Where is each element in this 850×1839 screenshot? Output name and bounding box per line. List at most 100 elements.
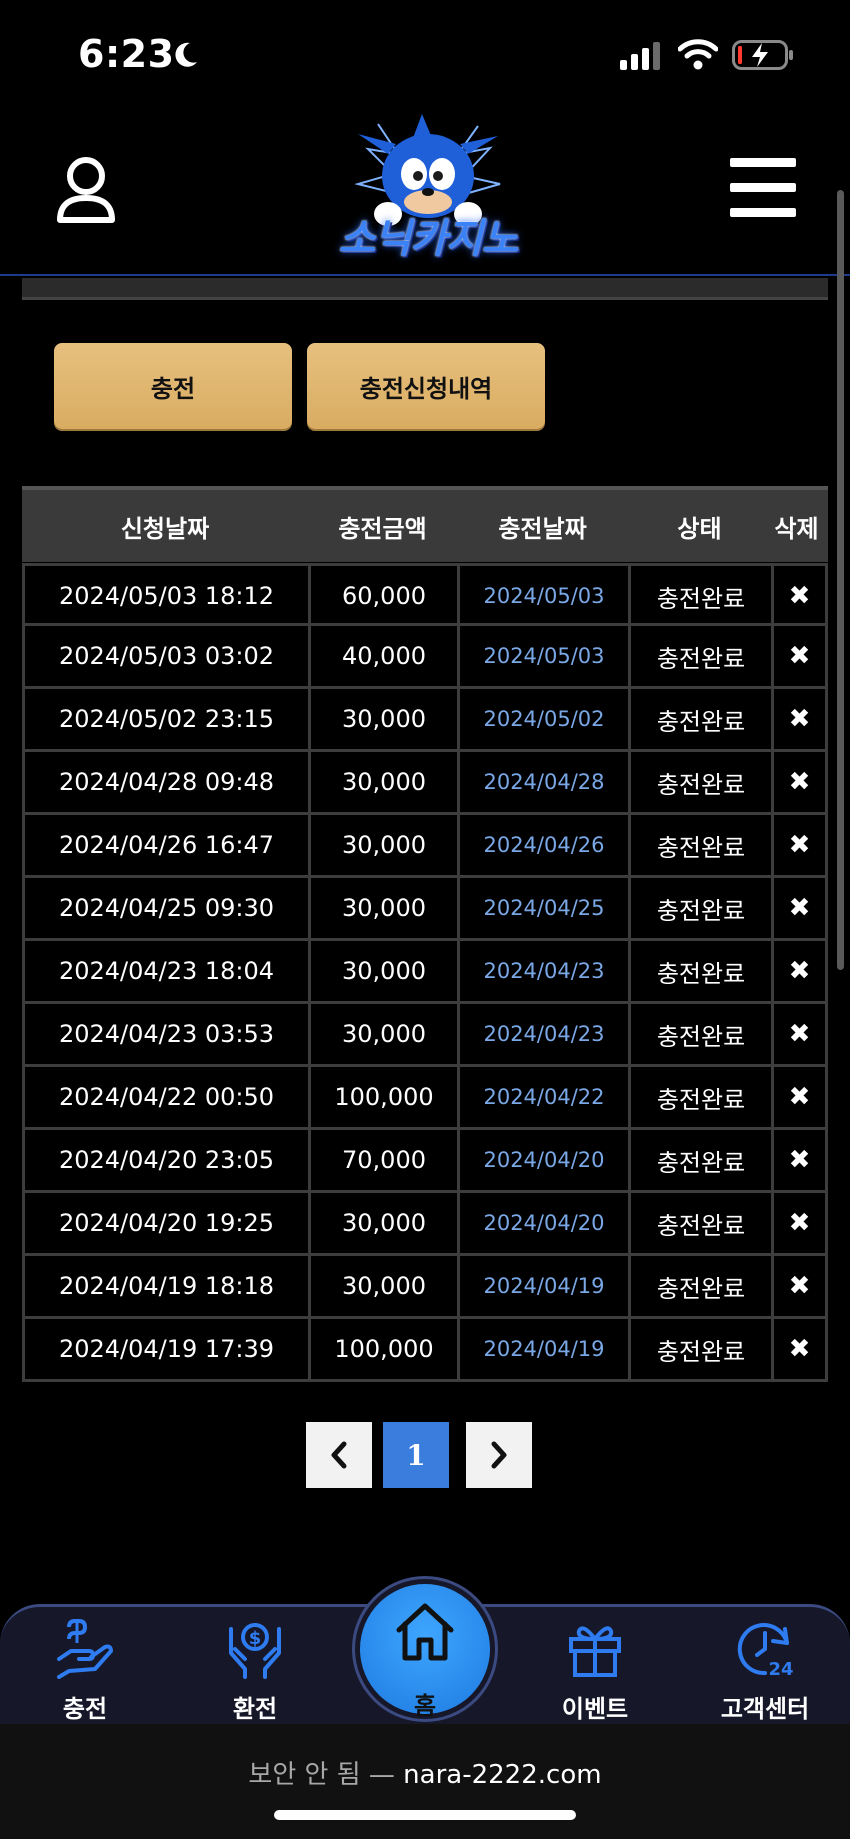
cell-charge-date: 2024/04/25 xyxy=(460,878,631,938)
nav-label-event: 이벤트 xyxy=(561,1695,629,1723)
status-time: 6:23 xyxy=(78,32,175,76)
table-row: 2024/04/20 23:05 70,000 2024/04/20 충전완료 … xyxy=(22,1130,828,1193)
column-header-request-date: 신청날짜 xyxy=(120,514,210,543)
gift-icon xyxy=(569,1626,621,1677)
browser-url-bar[interactable]: 보안 안 됨 — nara-2222.com xyxy=(0,1724,850,1839)
table-row: 2024/05/03 03:02 40,000 2024/05/03 충전완료 … xyxy=(22,626,828,689)
cell-request-date: 2024/05/03 18:12 xyxy=(25,566,311,626)
hands-money-icon: $ xyxy=(229,1623,281,1679)
cell-request-date: 2024/04/20 23:05 xyxy=(25,1130,311,1190)
cell-charge-date: 2024/04/22 xyxy=(460,1067,631,1127)
nav-label-exchange: 환전 xyxy=(232,1695,278,1723)
cell-charge-date: 2024/04/28 xyxy=(460,752,631,812)
table-row: 2024/04/28 09:48 30,000 2024/04/28 충전완료 … xyxy=(22,752,828,815)
table-row: 2024/04/23 03:53 30,000 2024/04/23 충전완료 … xyxy=(22,1004,828,1067)
table-row: 2024/05/03 18:12 60,000 2024/05/03 충전완료 … xyxy=(22,563,828,626)
cell-request-date: 2024/04/19 18:18 xyxy=(25,1256,311,1316)
site-logo[interactable]: 소닉카지노 xyxy=(318,114,538,270)
page-number-current[interactable]: 1 xyxy=(383,1422,449,1488)
table-row: 2024/04/23 18:04 30,000 2024/04/23 충전완료 … xyxy=(22,941,828,1004)
cell-request-date: 2024/04/23 18:04 xyxy=(25,941,311,1001)
close-icon[interactable]: ✖ xyxy=(774,941,825,1001)
cell-amount: 60,000 xyxy=(311,566,460,626)
menu-icon[interactable] xyxy=(730,158,796,218)
cell-amount: 100,000 xyxy=(311,1067,460,1127)
moon-icon xyxy=(175,42,197,67)
close-icon[interactable]: ✖ xyxy=(774,1256,825,1316)
charge-history-table: 2024/05/03 18:12 60,000 2024/05/03 충전완료 … xyxy=(22,563,828,1382)
close-icon[interactable]: ✖ xyxy=(774,1067,825,1127)
table-header: 신청날짜 충전금액 충전날짜 상태 삭제 xyxy=(22,486,828,562)
tab-charge[interactable]: 충전 xyxy=(54,343,292,429)
close-icon[interactable]: ✖ xyxy=(774,1130,825,1190)
cell-charge-date: 2024/04/19 xyxy=(460,1256,631,1316)
page-scrollbar[interactable] xyxy=(837,190,844,970)
table-row: 2024/04/19 18:18 30,000 2024/04/19 충전완료 … xyxy=(22,1256,828,1319)
cell-amount: 70,000 xyxy=(311,1130,460,1190)
home-indicator[interactable] xyxy=(274,1810,576,1820)
close-icon[interactable]: ✖ xyxy=(774,566,825,626)
chevron-left-icon[interactable] xyxy=(306,1422,372,1488)
cell-request-date: 2024/04/25 09:30 xyxy=(25,878,311,938)
cell-request-date: 2024/04/26 16:47 xyxy=(25,815,311,875)
cell-charge-date: 2024/04/19 xyxy=(460,1319,631,1379)
table-row: 2024/04/26 16:47 30,000 2024/04/26 충전완료 … xyxy=(22,815,828,878)
url-domain: nara-2222.com xyxy=(403,1760,602,1790)
cell-amount: 30,000 xyxy=(311,1193,460,1253)
close-icon[interactable]: ✖ xyxy=(774,1319,825,1379)
column-header-delete: 삭제 xyxy=(774,514,819,543)
column-header-amount: 충전금액 xyxy=(338,514,427,543)
user-icon[interactable] xyxy=(56,156,116,224)
hand-coin-icon xyxy=(57,1619,113,1679)
table-row: 2024/04/19 17:39 100,000 2024/04/19 충전완료… xyxy=(22,1319,828,1382)
cell-status: 충전완료 xyxy=(631,1319,774,1379)
divider-strip xyxy=(22,278,828,300)
cell-status: 충전완료 xyxy=(631,878,774,938)
cell-charge-date: 2024/05/02 xyxy=(460,689,631,749)
cell-charge-date: 2024/04/23 xyxy=(460,1004,631,1064)
cell-amount: 30,000 xyxy=(311,689,460,749)
wifi-icon xyxy=(678,39,718,70)
close-icon[interactable]: ✖ xyxy=(774,1004,825,1064)
nav-item-charge[interactable]: 충전 xyxy=(20,1607,150,1727)
close-icon[interactable]: ✖ xyxy=(774,878,825,938)
cell-status: 충전완료 xyxy=(631,941,774,1001)
close-icon[interactable]: ✖ xyxy=(774,752,825,812)
nav-item-support[interactable]: 24 고객센터 xyxy=(700,1607,830,1727)
cell-status: 충전완료 xyxy=(631,626,774,686)
cell-status: 충전완료 xyxy=(631,1130,774,1190)
cell-request-date: 2024/04/20 19:25 xyxy=(25,1193,311,1253)
url-text: 보안 안 됨 — nara-2222.com xyxy=(0,1754,850,1791)
cell-status: 충전완료 xyxy=(631,752,774,812)
clock-24-icon: 24 xyxy=(737,1623,794,1679)
cell-status: 충전완료 xyxy=(631,1067,774,1127)
chevron-right-icon[interactable] xyxy=(466,1422,532,1488)
cell-request-date: 2024/04/28 09:48 xyxy=(25,752,311,812)
table-row: 2024/04/25 09:30 30,000 2024/04/25 충전완료 … xyxy=(22,878,828,941)
column-header-status: 상태 xyxy=(677,514,722,543)
cell-status: 충전완료 xyxy=(631,689,774,749)
cell-amount: 40,000 xyxy=(311,626,460,686)
cell-status: 충전완료 xyxy=(631,1004,774,1064)
cell-request-date: 2024/05/03 03:02 xyxy=(25,626,311,686)
signal-icon xyxy=(620,42,660,70)
tab-charge-history[interactable]: 충전신청내역 xyxy=(307,343,545,429)
nav-item-exchange[interactable]: $ 환전 xyxy=(190,1607,320,1727)
cell-amount: 30,000 xyxy=(311,752,460,812)
close-icon[interactable]: ✖ xyxy=(774,689,825,749)
cell-status: 충전완료 xyxy=(631,1193,774,1253)
column-header-charge-date: 충전날짜 xyxy=(498,514,587,543)
cell-charge-date: 2024/05/03 xyxy=(460,566,631,626)
svg-text:$: $ xyxy=(249,1628,262,1649)
close-icon[interactable]: ✖ xyxy=(774,815,825,875)
close-icon[interactable]: ✖ xyxy=(774,626,825,686)
cell-request-date: 2024/04/22 00:50 xyxy=(25,1067,311,1127)
cell-charge-date: 2024/05/03 xyxy=(460,626,631,686)
site-header: 소닉카지노 xyxy=(0,110,850,276)
close-icon[interactable]: ✖ xyxy=(774,1193,825,1253)
nav-item-event[interactable]: 이벤트 xyxy=(530,1607,660,1727)
cell-amount: 30,000 xyxy=(311,878,460,938)
cell-request-date: 2024/04/23 03:53 xyxy=(25,1004,311,1064)
battery-charging-icon xyxy=(732,40,793,70)
cell-amount: 30,000 xyxy=(311,1256,460,1316)
